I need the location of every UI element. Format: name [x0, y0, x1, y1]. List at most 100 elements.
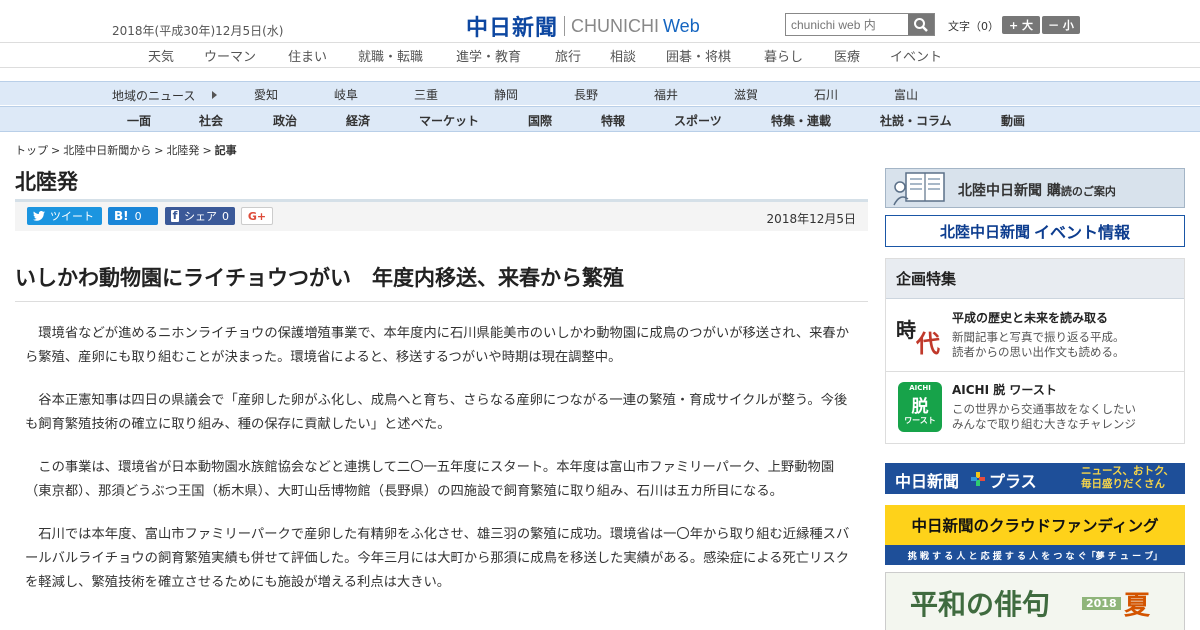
- breadcrumb-top[interactable]: トップ: [15, 144, 48, 157]
- breadcrumb: トップ > 北陸中日新聞から > 北陸発 > 記事: [15, 142, 237, 158]
- crowdfunding-sub-band: 挑 戦 す る 人 と 応 援 す る 人 を つ な ぐ「夢 チ ュ ー ブ」: [885, 545, 1185, 565]
- section-title: 北陸発: [15, 170, 78, 194]
- breadcrumb-hokuriku-chunichi[interactable]: 北陸中日新聞から: [63, 144, 151, 157]
- cat-item-medical[interactable]: 医療: [834, 46, 860, 65]
- search-button[interactable]: [908, 14, 934, 35]
- feature-item-desc: この世界から交通事故をなくしたい みんなで取り組む大きなチャレンジ: [952, 402, 1136, 432]
- facebook-share-button[interactable]: f シェア 0: [165, 207, 235, 225]
- genre-item-front-page[interactable]: 一面: [127, 112, 151, 129]
- logo-divider: [564, 16, 566, 36]
- genre-item-economy[interactable]: 経済: [346, 112, 370, 129]
- search-input[interactable]: [786, 14, 908, 35]
- logo-sub-text: CHUNICHI: [571, 15, 660, 36]
- logo-web-text: Web: [663, 15, 700, 36]
- genre-item-features[interactable]: 特集・連載: [771, 112, 831, 129]
- region-item-aichi[interactable]: 愛知: [254, 86, 278, 103]
- article-paragraph: 谷本正憲知事は四日の県議会で「産卵した卵がふ化し、成鳥へと育ち、さらなる産卵につ…: [25, 393, 848, 432]
- genre-item-sports[interactable]: スポーツ: [674, 112, 722, 129]
- cat-item-woman[interactable]: ウーマン: [204, 46, 256, 65]
- breadcrumb-separator: >: [202, 144, 212, 157]
- region-item-ishikawa[interactable]: 石川: [814, 86, 838, 103]
- aichi-badge-top: AICHI: [909, 384, 931, 392]
- cat-item-housing[interactable]: 住まい: [288, 46, 327, 65]
- article-paragraph: 石川では本年度、富山市ファミリーパークで産卵した有精卵をふ化させ、雄三羽の繁殖に…: [25, 527, 850, 590]
- feature-item-heisei[interactable]: 時 代 平成の歴史と未来を読み取る 新聞記事と写真で振り返る平成。 読者からの思…: [886, 300, 1184, 370]
- publish-date: 2018年12月5日: [766, 212, 856, 226]
- article-body: 環境省などが進めるニホンライチョウの保護増殖事業で、本年度内に石川県能美市のいし…: [25, 322, 860, 614]
- site-header: 2018年(平成30年)12月5日(水) 中日新聞 CHUNICHI Web 文…: [0, 0, 1200, 42]
- google-plus-button[interactable]: G+: [241, 207, 273, 225]
- region-nav: 地域のニュース 愛知 岐阜 三重 静岡 長野 福井 滋賀 石川 富山: [0, 81, 1200, 105]
- feature-box-title: 企画特集: [886, 259, 1184, 299]
- headline-divider: [15, 301, 868, 302]
- feature-item-desc-line: この世界から交通事故をなくしたい: [952, 402, 1136, 416]
- subscribe-main: 北陸中日新聞 購: [958, 183, 1061, 199]
- font-increase-button[interactable]: + 大: [1002, 16, 1040, 34]
- feature-item-aichi-worst[interactable]: AICHI 脱 ワースト AICHI 脱 ワースト この世界から交通事故をなくし…: [886, 371, 1184, 441]
- region-item-fukui[interactable]: 福井: [654, 86, 678, 103]
- cat-item-travel[interactable]: 旅行: [555, 46, 581, 65]
- logo-main-text: 中日新聞: [466, 15, 559, 41]
- heisei-thumb-char-1: 時: [896, 318, 916, 342]
- genre-item-special-report[interactable]: 特報: [601, 112, 625, 129]
- cat-item-advice[interactable]: 相談: [610, 46, 636, 65]
- region-item-nagano[interactable]: 長野: [574, 86, 598, 103]
- hatena-icon: B!: [114, 209, 129, 223]
- cat-item-education[interactable]: 進学・教育: [456, 46, 521, 65]
- tweet-button[interactable]: ツイート: [27, 207, 102, 225]
- newspaper-reading-icon: [893, 172, 945, 206]
- feature-item-title: 平成の歴史と未来を読み取る: [952, 311, 1109, 325]
- haiku-title: 平和の俳句: [910, 588, 1051, 621]
- feature-item-desc-line: 新聞記事と写真で振り返る平成。: [952, 330, 1125, 344]
- cat-item-events[interactable]: イベント: [890, 46, 942, 65]
- crowdfunding-title: 中日新聞のクラウドファンディング: [911, 517, 1159, 535]
- subscribe-small: 読のご案内: [1060, 185, 1116, 198]
- region-item-toyama[interactable]: 富山: [894, 86, 918, 103]
- subscribe-text: 北陸中日新聞 購読のご案内: [958, 180, 1116, 200]
- font-decrease-button[interactable]: － 小: [1042, 16, 1080, 34]
- event-info-banner[interactable]: 北陸中日新聞 イベント情報: [885, 215, 1185, 247]
- cat-item-living[interactable]: 暮らし: [764, 46, 803, 65]
- plus-tagline: ニュース、おトク、 毎日盛りだくさん: [1081, 465, 1174, 491]
- peace-haiku-banner[interactable]: 平和の俳句 2018 夏: [885, 572, 1185, 630]
- region-item-gifu[interactable]: 岐阜: [334, 86, 358, 103]
- search-icon: [914, 17, 928, 32]
- hatena-count: 0: [134, 209, 142, 223]
- feature-item-title: AICHI 脱 ワースト: [952, 383, 1057, 397]
- cat-item-jobs[interactable]: 就職・転職: [358, 46, 423, 65]
- genre-item-editorials[interactable]: 社説・コラム: [880, 112, 952, 129]
- genre-item-video[interactable]: 動画: [1001, 112, 1025, 129]
- facebook-icon: f: [171, 209, 179, 222]
- site-logo[interactable]: 中日新聞 CHUNICHI Web: [466, 10, 700, 42]
- region-item-shiga[interactable]: 滋賀: [734, 86, 758, 103]
- genre-nav: 一面 社会 政治 経済 マーケット 国際 特報 スポーツ 特集・連載 社説・コラ…: [0, 106, 1200, 132]
- region-nav-label: 地域のニュース: [112, 89, 196, 103]
- feature-item-desc-line: みんなで取り組む大きなチャレンジ: [952, 417, 1136, 431]
- genre-item-society[interactable]: 社会: [199, 112, 223, 129]
- aichi-worst-thumbnail: AICHI 脱 ワースト: [894, 382, 946, 434]
- plus-word: プラス: [989, 472, 1037, 491]
- feature-item-desc: 新聞記事と写真で振り返る平成。 読者からの思い出作文も読める。: [952, 330, 1125, 360]
- chunichi-plus-banner[interactable]: 中日新聞 プラス ニュース、おトク、 毎日盛りだくさん: [885, 463, 1185, 494]
- crowdfunding-subtitle: 挑 戦 す る 人 と 応 援 す る 人 を つ な ぐ「夢 チ ュ ー ブ」: [907, 552, 1163, 562]
- feature-item-desc-line: 読者からの思い出作文も読める。: [952, 345, 1125, 359]
- breadcrumb-current: 記事: [214, 144, 237, 157]
- haiku-season: 夏: [1124, 591, 1151, 621]
- search-box: [785, 13, 935, 36]
- cat-item-weather[interactable]: 天気: [148, 46, 174, 65]
- google-plus-icon: G+: [247, 209, 267, 223]
- genre-item-international[interactable]: 国際: [528, 112, 552, 129]
- region-item-shizuoka[interactable]: 静岡: [494, 86, 518, 103]
- heisei-thumbnail: 時 代: [894, 310, 946, 362]
- article-headline: いしかわ動物園にライチョウつがい 年度内移送、来春から繁殖: [15, 266, 624, 290]
- crowdfunding-banner[interactable]: 中日新聞のクラウドファンディング 挑 戦 す る 人 と 応 援 す る 人 を…: [885, 505, 1185, 565]
- region-item-mie[interactable]: 三重: [414, 86, 438, 103]
- genre-item-market[interactable]: マーケット: [419, 112, 479, 129]
- plus-tagline-line: 毎日盛りだくさん: [1081, 478, 1165, 490]
- breadcrumb-hokuriku-news[interactable]: 北陸発: [166, 144, 199, 157]
- genre-item-politics[interactable]: 政治: [273, 112, 297, 129]
- subscribe-banner[interactable]: 北陸中日新聞 購読のご案内: [885, 168, 1185, 208]
- hatena-bookmark-button[interactable]: B! 0: [108, 207, 158, 225]
- facebook-count: 0: [222, 209, 229, 223]
- cat-item-go-shogi[interactable]: 囲碁・将棋: [666, 46, 731, 65]
